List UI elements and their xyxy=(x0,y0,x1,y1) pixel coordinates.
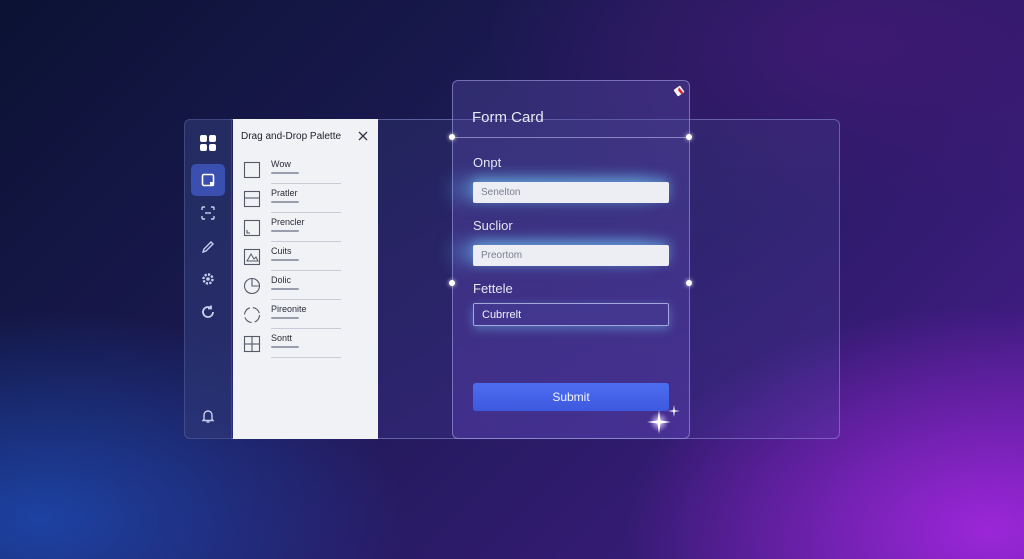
grid-icon xyxy=(243,335,261,353)
gear-icon[interactable] xyxy=(191,263,225,295)
corner-box-icon xyxy=(243,219,261,237)
palette-item-label: Pireonite xyxy=(271,304,307,314)
drag-drop-palette: Drag and-Drop Palette Wow Pratler Prencl… xyxy=(233,119,378,439)
sparkle-icon xyxy=(647,405,680,434)
palette-item-prencler[interactable]: Prencler xyxy=(241,217,341,243)
palette-item-dolic[interactable]: Dolic xyxy=(241,275,341,301)
palette-item-pratler[interactable]: Pratler xyxy=(241,188,341,214)
tool-sidebar xyxy=(184,119,232,439)
select-frame-icon[interactable] xyxy=(191,164,225,196)
palette-item-label: Pratler xyxy=(271,188,298,198)
resize-handle-top-right[interactable] xyxy=(686,134,692,140)
field-label-fettele: Fettele xyxy=(473,281,513,296)
form-card[interactable]: Form Card Onpt Suclior Fettele Submit xyxy=(452,80,690,439)
grid-logo-icon[interactable] xyxy=(191,127,225,159)
palette-item-label: Wow xyxy=(271,159,291,169)
split-rows-icon xyxy=(243,190,261,208)
palette-item-label: Dolic xyxy=(271,275,292,285)
image-icon xyxy=(243,248,261,266)
close-icon[interactable] xyxy=(356,129,370,143)
palette-item-cuits[interactable]: Cuits xyxy=(241,246,341,272)
form-card-title: Form Card xyxy=(472,109,544,126)
suclior-input[interactable] xyxy=(473,245,669,266)
palette-item-label: Sontt xyxy=(271,333,293,343)
resize-handle-mid-left[interactable] xyxy=(449,280,455,286)
resize-handle-top-left[interactable] xyxy=(449,134,455,140)
field-label-onpt: Onpt xyxy=(473,155,502,170)
pie-icon xyxy=(243,277,261,295)
palette-item-label: Cuits xyxy=(271,246,292,256)
square-icon xyxy=(243,161,261,179)
palette-title: Drag and-Drop Palette xyxy=(241,131,342,142)
palette-item-pireonite[interactable]: Pireonite xyxy=(241,304,341,330)
pencil-icon[interactable] xyxy=(191,231,225,263)
eraser-marker-icon[interactable] xyxy=(673,85,685,97)
form-card-header: Form Card xyxy=(453,81,689,138)
field-label-suclior: Suclior xyxy=(473,218,513,233)
onpt-input[interactable] xyxy=(473,182,669,203)
resize-handle-mid-right[interactable] xyxy=(686,280,692,286)
bell-icon[interactable] xyxy=(191,400,225,432)
refresh-icon[interactable] xyxy=(191,296,225,328)
palette-item-sontt[interactable]: Sontt xyxy=(241,333,341,359)
palette-item-label: Prencler xyxy=(271,217,305,227)
fettele-input[interactable] xyxy=(473,303,669,326)
scan-icon[interactable] xyxy=(191,197,225,229)
palette-item-wow[interactable]: Wow xyxy=(241,159,341,185)
dashed-circle-icon xyxy=(243,306,261,324)
